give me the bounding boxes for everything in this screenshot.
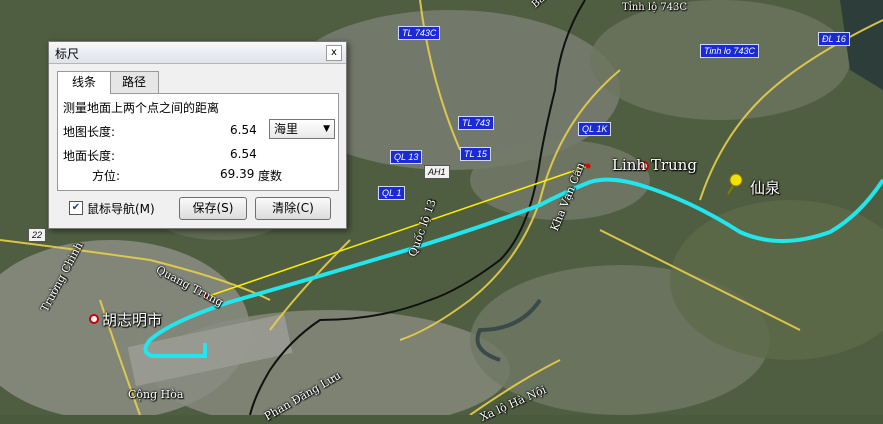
- ground-length-value: 6.54: [230, 147, 257, 161]
- mouse-nav-label[interactable]: 鼠标导航(M): [87, 200, 155, 217]
- clear-button[interactable]: 清除(C): [255, 197, 331, 220]
- tab-line[interactable]: 线条: [57, 71, 111, 94]
- route-shield-ql13: QL 13: [390, 150, 423, 164]
- road-label-cong-hoa: Cộng Hòa: [128, 388, 184, 401]
- ruler-dialog: 标尺 x 线条 路径 测量地面上两个点之间的距离 地图长度: 6.54 海里 ▼…: [48, 41, 347, 229]
- unit-select[interactable]: 海里 ▼: [269, 119, 335, 139]
- ground-length-label: 地面长度:: [63, 149, 116, 163]
- road-label-tinh-lo-743c: Tỉnh lộ 743C: [622, 2, 688, 13]
- place-label-xian-quan: 仙泉: [750, 179, 781, 197]
- tab-path[interactable]: 路径: [109, 71, 159, 93]
- unit-select-value: 海里: [274, 122, 299, 136]
- chevron-down-icon: ▼: [323, 124, 330, 134]
- route-shield-ah1: AH1: [424, 165, 450, 179]
- dialog-titlebar[interactable]: 标尺 x: [49, 42, 346, 64]
- route-shield-22: 22: [28, 228, 47, 242]
- route-shield-ql1k: QL 1K: [578, 122, 612, 136]
- route-shield-tl743: TL 743: [458, 116, 494, 130]
- place-label-linh-trung: Linh Trung: [612, 156, 697, 174]
- bearing-label: 方位:: [92, 169, 121, 183]
- save-button[interactable]: 保存(S): [179, 197, 247, 220]
- bearing-value: 69.39: [220, 167, 255, 181]
- measurement-panel: 测量地面上两个点之间的距离 地图长度: 6.54 海里 ▼ 地面长度: 6.54…: [57, 93, 339, 191]
- dialog-footer: ✔ 鼠标导航(M) 保存(S) 清除(C): [57, 196, 337, 220]
- close-button[interactable]: x: [326, 45, 342, 61]
- route-shield-ql1: QL 1: [378, 186, 406, 200]
- route-shield-tl15: TL 15: [460, 147, 491, 161]
- description-text: 测量地面上两个点之间的距离: [63, 101, 220, 115]
- map-length-value: 6.54: [230, 123, 257, 137]
- dialog-title: 标尺: [55, 47, 80, 61]
- mouse-nav-checkbox[interactable]: ✔: [69, 201, 83, 215]
- route-shield-tl743c-right: Tinh lo 743C: [700, 44, 759, 58]
- route-shield-tl743c: TL 743C: [398, 26, 441, 40]
- bearing-unit: 度数: [258, 169, 283, 183]
- place-label-hcm-city: 胡志明市: [102, 311, 163, 329]
- route-shield-dl16: ĐL 16: [818, 32, 850, 46]
- map-length-label: 地图长度:: [63, 125, 116, 139]
